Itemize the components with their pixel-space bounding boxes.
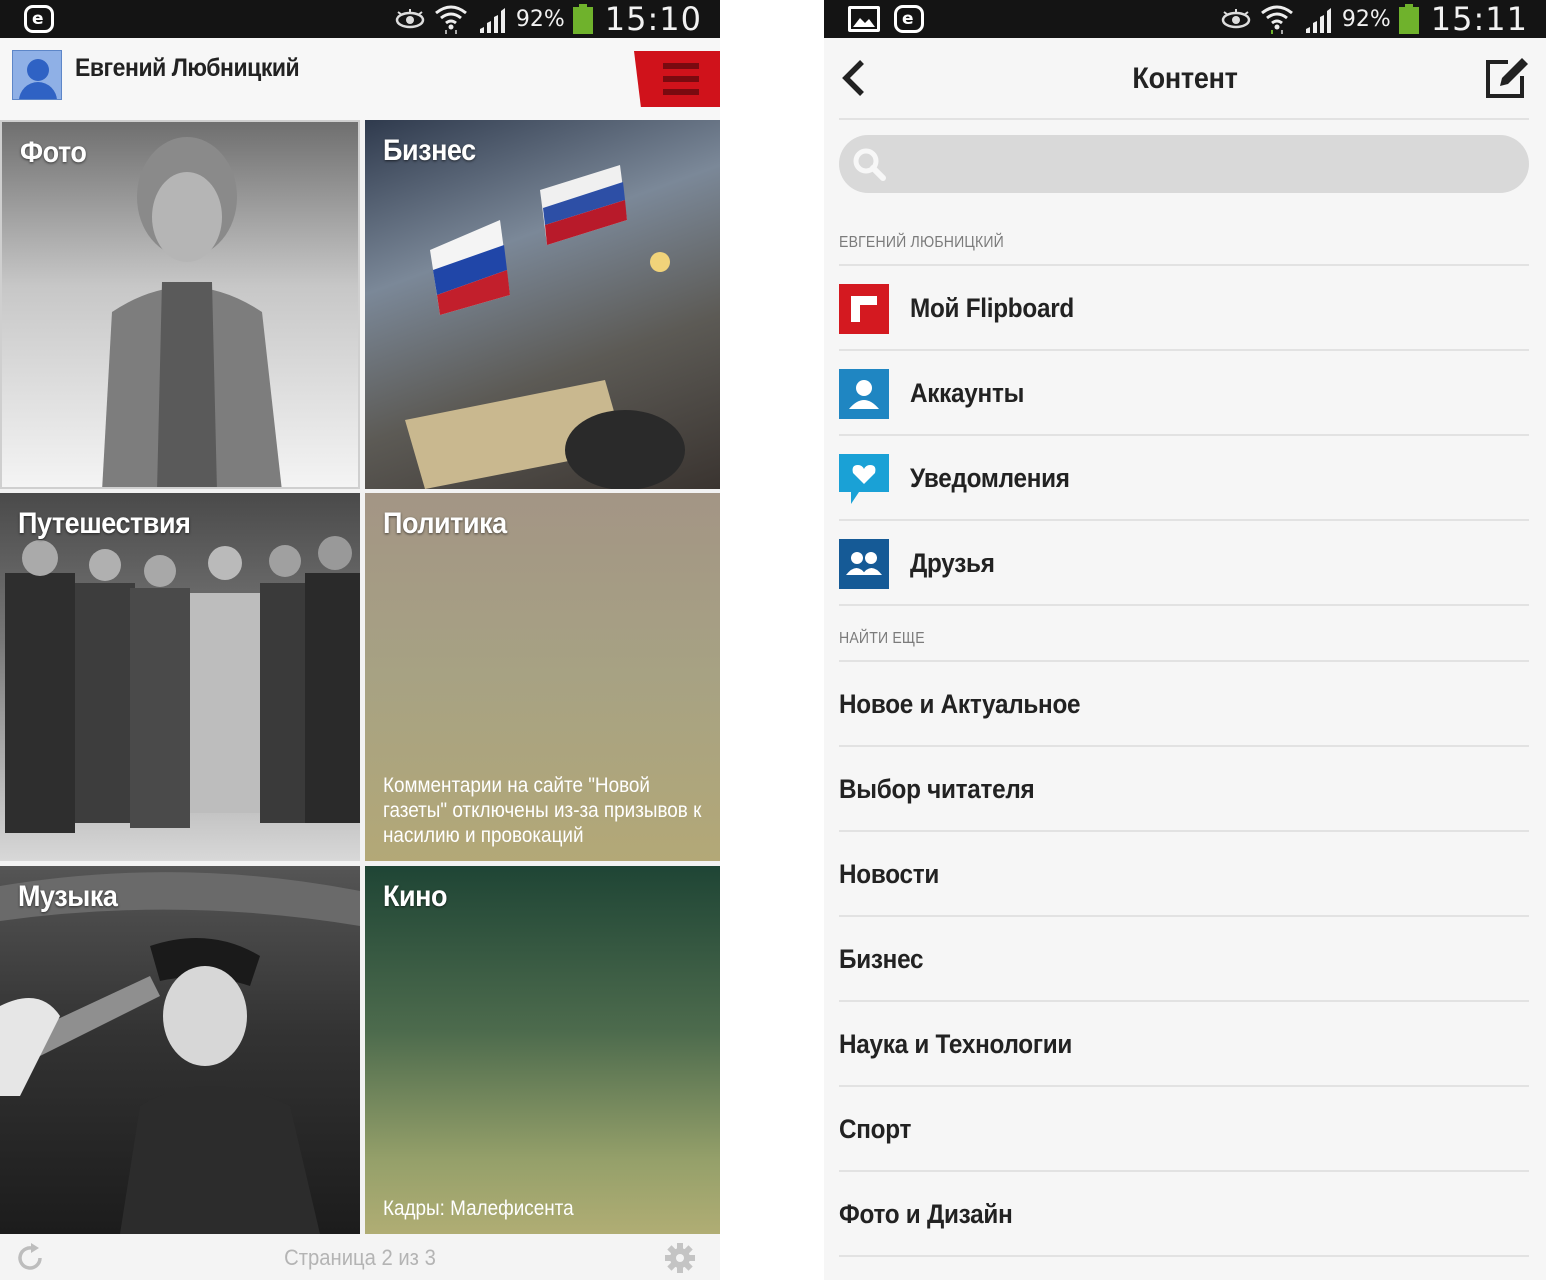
menu-item-label: Аккаунты <box>910 378 1025 408</box>
menu-item-notifications[interactable]: Уведомления <box>839 436 1529 521</box>
menu-item-accounts[interactable]: Аккаунты <box>839 351 1529 436</box>
battery-percent: 92% <box>1341 6 1391 32</box>
battery-icon <box>572 4 593 34</box>
category-item[interactable]: Новости <box>839 832 1529 917</box>
account-icon <box>839 369 889 419</box>
category-label: Новое и Актуальное <box>839 689 1081 719</box>
status-bar: e 92% 15:10 <box>0 0 720 38</box>
tile-title: Путешествия <box>18 507 191 540</box>
divider <box>839 118 1529 120</box>
footer-bar: Страница 2 из 3 <box>0 1234 720 1280</box>
person-photo <box>102 137 282 487</box>
category-item[interactable]: Бизнес <box>839 917 1529 1002</box>
tile-title: Политика <box>383 507 507 540</box>
menu-item-friends[interactable]: Друзья <box>839 521 1529 606</box>
right-screen: e 92% 15:11 Контент ЕВГЕНИЙ ЛЮБНИЦКИЙ Мо… <box>824 0 1546 1280</box>
app-notification-icon: e <box>894 5 924 33</box>
menu-item-label: Уведомления <box>910 463 1070 493</box>
tile-title: Бизнес <box>383 134 476 167</box>
tile-caption: Кадры: Малефисента <box>383 1197 574 1220</box>
menu-button[interactable] <box>634 51 720 107</box>
category-label: Спорт <box>839 1114 912 1144</box>
tile-title: Фото <box>20 136 87 169</box>
tile-photo[interactable]: Фото <box>0 120 360 489</box>
status-bar: e 92% 15:11 <box>824 0 1546 38</box>
smart-stay-eye-icon <box>395 9 425 29</box>
tile-cinema[interactable]: Кино Кадры: Малефисента <box>365 866 720 1234</box>
battery-icon <box>1398 4 1419 34</box>
tile-title: Музыка <box>18 880 118 913</box>
content-header: Контент <box>824 38 1546 120</box>
category-label: Фото и Дизайн <box>839 1199 1013 1229</box>
search-input[interactable] <box>839 135 1529 193</box>
wifi-icon <box>434 5 467 34</box>
tile-music[interactable]: Музыка <box>0 866 360 1234</box>
tile-travel[interactable]: Путешествия <box>0 493 360 861</box>
friends-icon <box>839 539 889 589</box>
category-item[interactable]: Спорт <box>839 1087 1529 1172</box>
clock: 15:11 <box>1430 0 1528 38</box>
menu-item-label: Друзья <box>910 548 995 578</box>
signal-icon <box>479 8 505 33</box>
category-label: Наука и Технологии <box>839 1029 1073 1059</box>
signal-icon <box>1305 8 1331 33</box>
smart-stay-eye-icon <box>1221 9 1251 29</box>
user-name[interactable]: Евгений Любницкий <box>75 54 300 83</box>
tile-title: Кино <box>383 880 448 913</box>
edit-icon[interactable] <box>1484 56 1530 100</box>
gear-icon[interactable] <box>664 1242 696 1274</box>
search-icon <box>853 148 886 181</box>
profile-header: Евгений Любницкий <box>0 38 720 120</box>
menu-item-label: Мой Flipboard <box>910 293 1074 323</box>
group-photo <box>5 536 360 833</box>
avatar[interactable] <box>12 50 62 100</box>
image-notification-icon <box>848 6 880 32</box>
heart-bubble-icon <box>839 454 889 504</box>
menu-item-my-flipboard[interactable]: Мой Flipboard <box>839 266 1529 351</box>
musician-photo <box>0 872 360 1234</box>
category-item[interactable]: Новое и Актуальное <box>839 662 1529 747</box>
tile-business[interactable]: Бизнес <box>365 120 720 489</box>
app-notification-icon: e <box>24 5 54 33</box>
section-label-more: НАЙТИ ЕЩЕ <box>839 630 925 647</box>
clock: 15:10 <box>604 0 702 38</box>
tile-politics[interactable]: Политика Комментарии на сайте "Новой газ… <box>365 493 720 861</box>
category-item[interactable]: Фото и Дизайн <box>839 1172 1529 1257</box>
category-label: Выбор читателя <box>839 774 1035 804</box>
category-item[interactable]: Наука и Технологии <box>839 1002 1529 1087</box>
wifi-icon <box>1260 5 1293 34</box>
page-title: Контент <box>1132 62 1238 95</box>
protest-photo <box>405 165 685 489</box>
battery-percent: 92% <box>515 6 565 32</box>
left-screen: e 92% 15:10 Евгений Любницкий Фото Бизне… <box>0 0 720 1280</box>
page-indicator: Страница 2 из 3 <box>284 1245 436 1270</box>
category-label: Новости <box>839 859 939 889</box>
section-label-user: ЕВГЕНИЙ ЛЮБНИЦКИЙ <box>839 234 1004 251</box>
category-label: Бизнес <box>839 944 924 974</box>
category-item[interactable]: Выбор читателя <box>839 747 1529 832</box>
tile-caption: Комментарии на сайте "Новой газеты" откл… <box>383 774 702 847</box>
flipboard-icon <box>839 284 889 334</box>
